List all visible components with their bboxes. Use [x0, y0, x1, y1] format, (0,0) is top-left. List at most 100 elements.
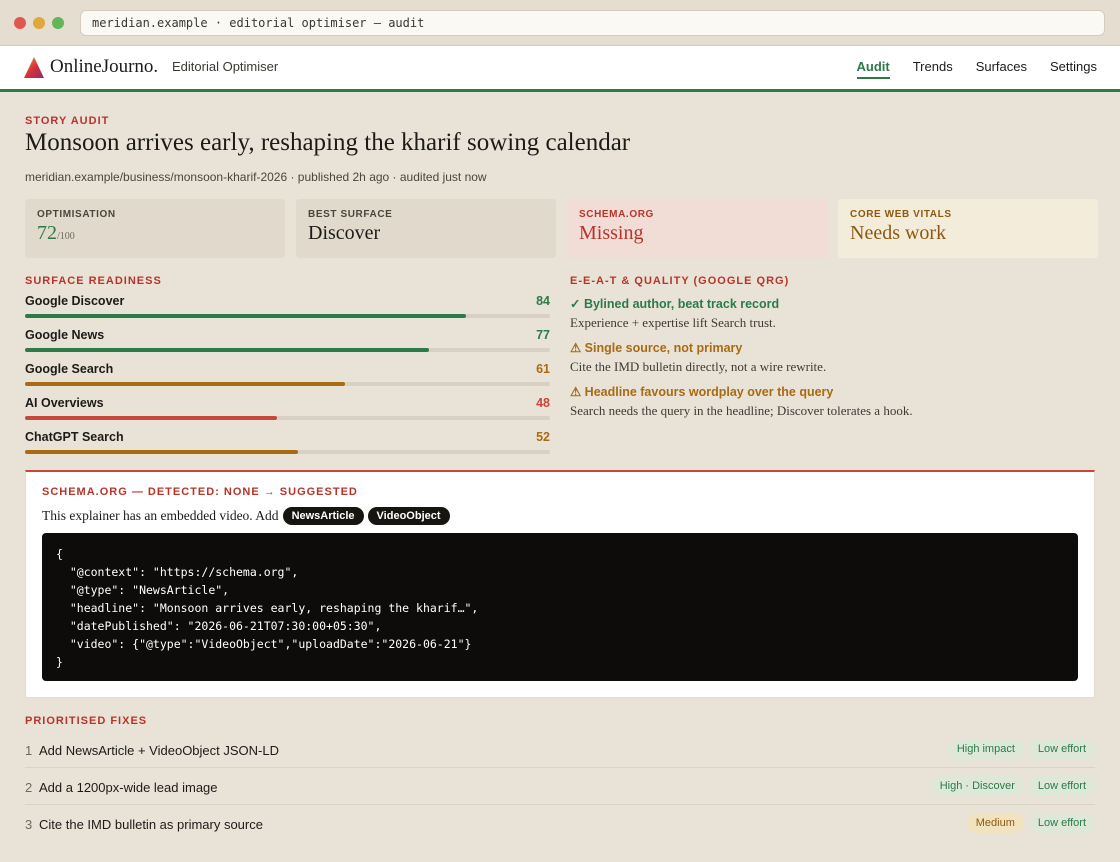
- eeat-item-detail: Search needs the query in the headline; …: [570, 403, 913, 418]
- score-bar: [25, 314, 550, 318]
- card-best-surface: BEST SURFACE Discover: [296, 199, 556, 258]
- card-optimisation: OPTIMISATION 72/100: [25, 199, 285, 258]
- fix-number: 3: [25, 817, 33, 832]
- surface-name: AI Overviews: [25, 396, 104, 410]
- fixes-list: 1 Add NewsArticle + VideoObject JSON-LD Hi…: [25, 731, 1095, 842]
- card-value: Discover: [308, 222, 381, 244]
- schema-type-pill[interactable]: VideoObject: [367, 507, 450, 525]
- nav-surfaces[interactable]: Surfaces: [976, 59, 1027, 79]
- score-bar-fill: [25, 348, 430, 352]
- score-bar-fill: [25, 382, 346, 386]
- readiness-row: Google Search 61: [25, 362, 550, 396]
- main-nav: Audit Trends Surfaces Settings: [856, 59, 1097, 79]
- score-bar-fill: [25, 450, 298, 454]
- fix-row[interactable]: 2 Add a 1200px-wide lead image High · Disc…: [25, 768, 1095, 805]
- card-label: OPTIMISATION: [37, 209, 116, 220]
- brand-name[interactable]: OnlineJourno.: [50, 56, 158, 78]
- card-value: Missing: [579, 222, 644, 244]
- eeat-item: ✓ Bylined author, beat track record Exper…: [570, 296, 1070, 331]
- eeat-list: ✓ Bylined author, beat track record Exper…: [570, 296, 1070, 419]
- schema-panel: SCHEMA.ORG — DETECTED: NONE → SUGGESTED …: [25, 470, 1095, 698]
- schema-title: SCHEMA.ORG — DETECTED: NONE → SUGGESTED: [42, 486, 358, 498]
- address-bar[interactable]: meridian.example · editorial optimiser —…: [80, 10, 1105, 36]
- fix-tag: High · Discover: [930, 776, 1024, 796]
- eeat-item-detail: Cite the IMD bulletin directly, not a wi…: [570, 359, 827, 374]
- fix-tags: High impact Low effort: [947, 739, 1095, 759]
- prioritised-fixes: PRIORITISED FIXES 1 Add NewsArticle + Vid…: [25, 715, 1095, 842]
- score-bar: [25, 416, 550, 420]
- schema-intro-text: This explainer has an embedded video. Ad…: [42, 508, 279, 523]
- fix-tags: Medium Low effort: [966, 813, 1095, 833]
- card-label: BEST SURFACE: [308, 209, 393, 220]
- app-subtitle: Editorial Optimiser: [172, 59, 279, 74]
- browser-toolbar: meridian.example · editorial optimiser —…: [0, 0, 1120, 46]
- readiness-title: SURFACE READINESS: [25, 275, 162, 287]
- fix-text: Add NewsArticle + VideoObject JSON-LD: [39, 743, 279, 758]
- surface-score: 48: [536, 396, 550, 410]
- story-meta: meridian.example/business/monsoon-kharif…: [25, 170, 487, 184]
- nav-settings[interactable]: Settings: [1050, 59, 1097, 79]
- card-web-vitals: CORE WEB VITALS Needs work: [838, 199, 1098, 258]
- eeat-panel: E-E-A-T & QUALITY (GOOGLE QRG) ✓ Bylined…: [570, 275, 1070, 419]
- fix-number: 2: [25, 780, 33, 795]
- nav-audit[interactable]: Audit: [856, 59, 890, 79]
- story-title: Monsoon arrives early, reshaping the kha…: [25, 129, 631, 156]
- score-suffix: /100: [57, 231, 75, 242]
- fix-tag: Low effort: [1028, 813, 1095, 833]
- window-controls: [14, 17, 64, 29]
- surface-readiness: SURFACE READINESS Google Discover 84 Googl…: [25, 275, 550, 464]
- schema-intro: This explainer has an embedded video. Ad…: [42, 507, 1078, 525]
- fix-tag: Medium: [966, 813, 1024, 833]
- score-bar: [25, 348, 550, 352]
- eeat-item: ⚠ Headline favours wordplay over the que…: [570, 384, 1070, 419]
- surface-name: Google Search: [25, 362, 114, 376]
- app-header: OnlineJourno. Editorial Optimiser Audit …: [0, 46, 1120, 92]
- summary-cards: OPTIMISATION 72/100 BEST SURFACE Discove…: [25, 199, 1098, 258]
- fix-text: Add a 1200px-wide lead image: [39, 780, 218, 795]
- section-eyebrow: STORY AUDIT: [25, 115, 110, 127]
- minimize-window-button[interactable]: [33, 17, 45, 29]
- brand-logo-icon: [24, 57, 44, 78]
- readiness-list: Google Discover 84 Google News 77 Google Sea…: [25, 294, 550, 464]
- fix-row[interactable]: 3 Cite the IMD bulletin as primary source…: [25, 805, 1095, 842]
- readiness-row: Google News 77: [25, 328, 550, 362]
- fix-text: Cite the IMD bulletin as primary source: [39, 817, 263, 832]
- fix-tag: Low effort: [1028, 739, 1095, 759]
- schema-type-pill[interactable]: NewsArticle: [282, 507, 364, 525]
- score-bar-fill: [25, 314, 466, 318]
- eeat-item-heading: ✓ Bylined author, beat track record: [570, 297, 780, 311]
- surface-score: 84: [536, 294, 550, 308]
- nav-trends[interactable]: Trends: [913, 59, 953, 79]
- card-value: Needs work: [850, 222, 947, 244]
- score-bar: [25, 382, 550, 386]
- readiness-row: AI Overviews 48: [25, 396, 550, 430]
- close-window-button[interactable]: [14, 17, 26, 29]
- card-value: 72/100: [37, 222, 273, 245]
- jsonld-code-block[interactable]: { "@context": "https://schema.org", "@ty…: [42, 533, 1078, 681]
- surface-name: Google Discover: [25, 294, 125, 308]
- surface-score: 52: [536, 430, 550, 444]
- fix-tag: High impact: [947, 739, 1024, 759]
- fixes-title: PRIORITISED FIXES: [25, 715, 148, 727]
- fix-number: 1: [25, 743, 33, 758]
- card-label: SCHEMA.ORG: [579, 209, 654, 220]
- eeat-item-heading: ⚠ Single source, not primary: [570, 341, 743, 355]
- score-bar: [25, 450, 550, 454]
- fix-tag: Low effort: [1028, 776, 1095, 796]
- readiness-row: ChatGPT Search 52: [25, 430, 550, 464]
- surface-name: Google News: [25, 328, 105, 342]
- eeat-item: ⚠ Single source, not primary Cite the IMD…: [570, 340, 1070, 375]
- surface-name: ChatGPT Search: [25, 430, 124, 444]
- fix-tags: High · Discover Low effort: [930, 776, 1095, 796]
- fix-row[interactable]: 1 Add NewsArticle + VideoObject JSON-LD Hi…: [25, 731, 1095, 768]
- card-label: CORE WEB VITALS: [850, 209, 952, 220]
- surface-score: 77: [536, 328, 550, 342]
- score-bar-fill: [25, 416, 277, 420]
- eeat-item-detail: Experience + expertise lift Search trust…: [570, 315, 776, 330]
- maximize-window-button[interactable]: [52, 17, 64, 29]
- card-schema: SCHEMA.ORG Missing: [567, 199, 827, 258]
- optimisation-score: 72: [37, 222, 57, 244]
- eeat-title: E-E-A-T & QUALITY (GOOGLE QRG): [570, 275, 790, 287]
- surface-score: 61: [536, 362, 550, 376]
- readiness-row: Google Discover 84: [25, 294, 550, 328]
